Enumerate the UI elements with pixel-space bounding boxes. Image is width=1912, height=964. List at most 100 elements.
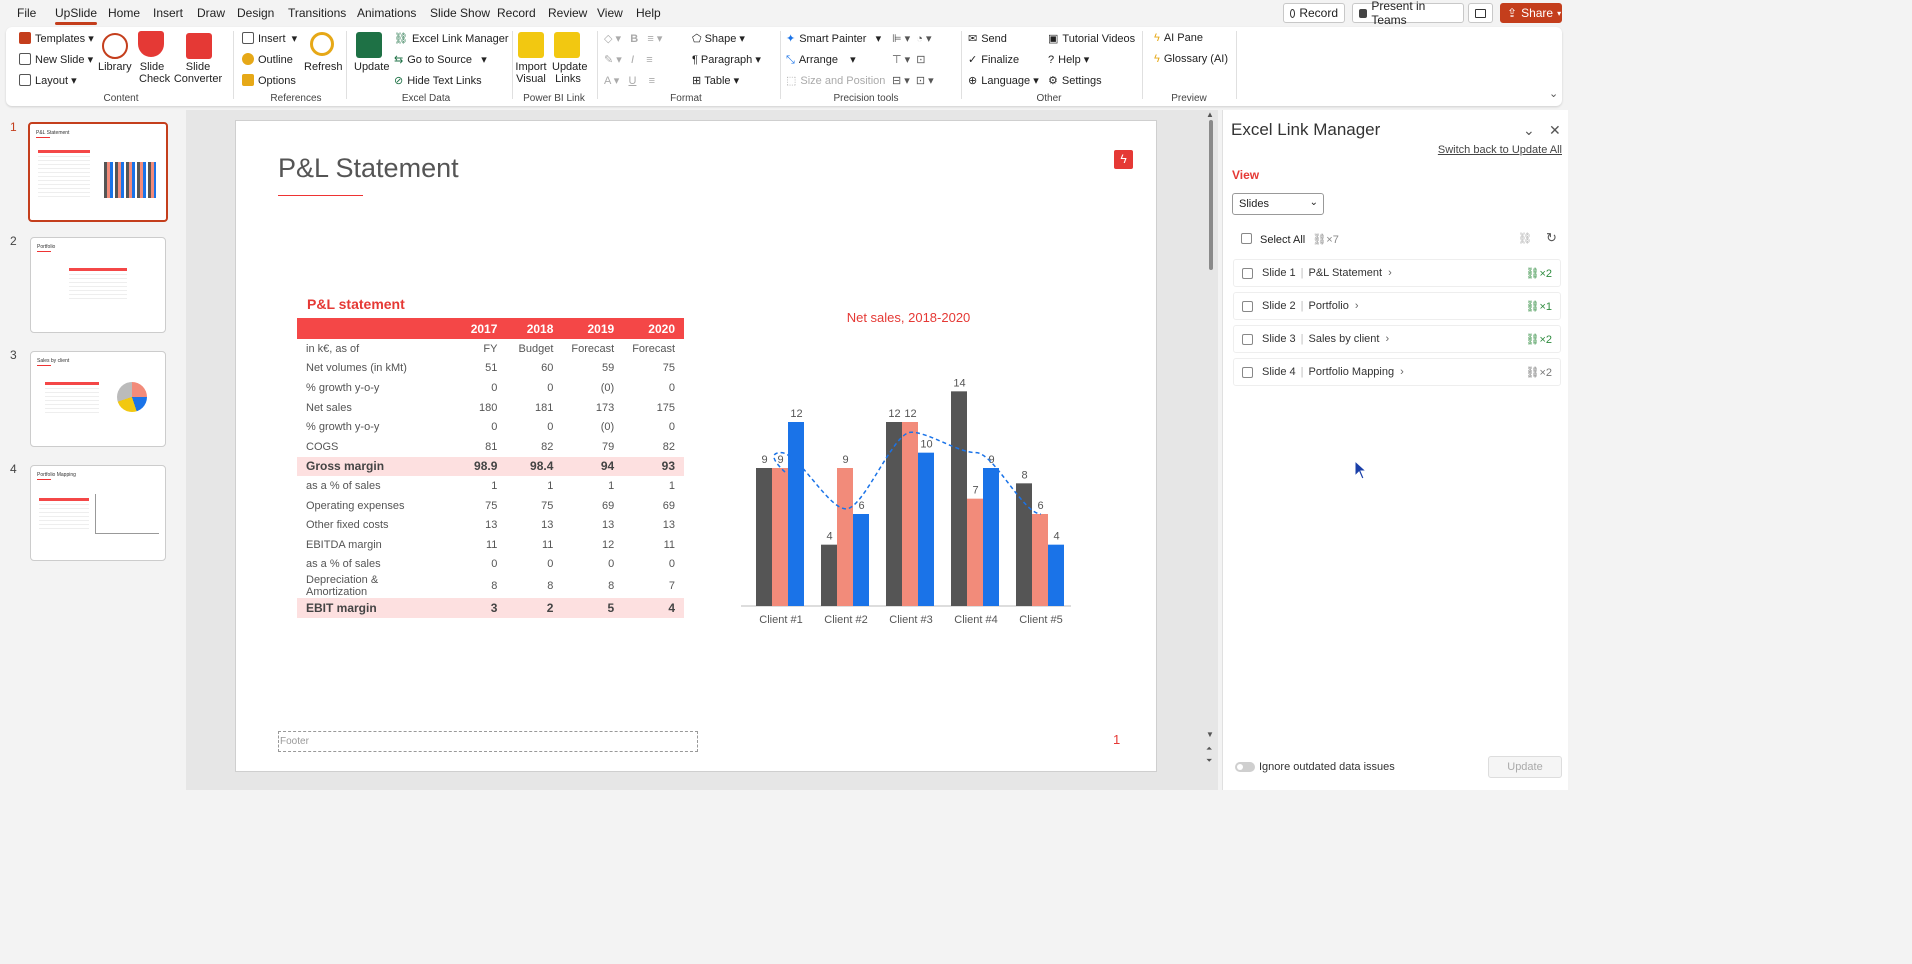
footer-placeholder[interactable]: Footer — [278, 731, 698, 752]
update-button[interactable]: Update — [1488, 756, 1562, 778]
bar-3-0[interactable] — [951, 391, 967, 606]
menu-view[interactable]: View — [597, 6, 623, 20]
hide-text-links-button[interactable]: ⊘ Hide Text Links — [394, 74, 482, 87]
close-icon[interactable]: ✕ — [1549, 122, 1561, 139]
slide-thumbnail-1[interactable]: P&L Statement — [28, 122, 168, 222]
finalize-button[interactable]: ✓ Finalize — [968, 53, 1019, 66]
pl-table[interactable]: 2017 2018 2019 2020 in k€, as of FY Budget… — [297, 318, 684, 618]
scrollbar-thumb[interactable] — [1209, 120, 1213, 270]
bar-1-0[interactable] — [821, 544, 837, 606]
menu-record[interactable]: Record — [497, 6, 536, 20]
slide-title[interactable]: P&L Statement — [278, 153, 459, 184]
bar-1-2[interactable] — [853, 514, 869, 606]
select-all-checkbox[interactable] — [1241, 233, 1252, 244]
share-button[interactable]: ⇪ Share ▾ — [1500, 3, 1562, 23]
slide-thumbnail-3[interactable]: Sales by client — [30, 351, 166, 447]
slide-link-row[interactable]: Slide 4 | Portfolio Mapping › ⛓×2 — [1233, 358, 1561, 386]
net-sales-chart[interactable]: 9 912Client #1496Client #212 1210Client #3… — [741, 361, 1086, 651]
menu-transitions[interactable]: Transitions — [288, 6, 346, 20]
scroll-up-icon[interactable]: ▲ — [1206, 110, 1214, 119]
bar-4-0[interactable] — [1016, 483, 1032, 606]
resize-button[interactable]: ⊟ ▾ ⊡ ▾ — [892, 74, 934, 87]
slide-link-row[interactable]: Slide 3 | Sales by client › ⛓×2 — [1233, 325, 1561, 353]
present-in-teams-button[interactable]: Present in Teams — [1352, 0, 1464, 27]
help-button[interactable]: ? Help ▾ — [1048, 53, 1089, 66]
refresh-button[interactable]: Refresh — [304, 61, 343, 73]
pane-options-chevron-icon[interactable]: ⌄ — [1523, 122, 1535, 139]
size-and-position-button[interactable]: ⬚ Size and Position — [786, 74, 885, 87]
collapse-ribbon-icon[interactable]: ⌄ — [1549, 87, 1558, 100]
upslide-lightning-icon[interactable]: ϟ — [1114, 150, 1133, 169]
templates-button[interactable]: Templates ▾ — [19, 32, 94, 45]
chart-title[interactable]: Net sales, 2018-2020 — [776, 310, 1041, 325]
prev-slide-icon[interactable]: ⏶ — [1206, 744, 1212, 754]
bar-2-1[interactable] — [902, 422, 918, 606]
bar-1-1[interactable] — [837, 468, 853, 606]
new-slide-button[interactable]: New Slide ▾ — [19, 53, 93, 66]
table-button[interactable]: ⊞ Table ▾ — [692, 74, 739, 87]
vertical-scrollbar[interactable]: ▲ ▼ ⏶ ⏷ — [1205, 110, 1217, 770]
next-slide-icon[interactable]: ⏷ — [1206, 756, 1212, 766]
bar-3-2[interactable] — [983, 468, 999, 606]
menu-slide-show[interactable]: Slide Show — [430, 6, 490, 20]
go-to-source-button[interactable]: ⇆ Go to Source ▾ — [394, 53, 487, 66]
line-color-button[interactable]: ✎ ▾ I ≡ — [604, 53, 653, 66]
menu-animations[interactable]: Animations — [357, 6, 416, 20]
menu-help[interactable]: Help — [636, 6, 661, 20]
slide-row-checkbox[interactable] — [1242, 367, 1253, 378]
menu-upslide[interactable]: UpSlide — [55, 6, 98, 25]
send-button[interactable]: ✉ Send — [968, 32, 1007, 45]
slide-thumbnail-2[interactable]: Portfolio — [30, 237, 166, 333]
tutorial-videos-button[interactable]: ▣ Tutorial Videos — [1048, 32, 1135, 45]
slide-row-checkbox[interactable] — [1242, 334, 1253, 345]
slide-thumbnail-4[interactable]: Portfolio Mapping — [30, 465, 166, 561]
comments-button[interactable] — [1468, 3, 1493, 23]
view-select[interactable]: Slides ⌄ — [1232, 193, 1324, 215]
fill-color-button[interactable]: ◇ ▾ B ≡ ▾ — [604, 32, 662, 45]
ai-pane-button[interactable]: ϟ AI Pane — [1154, 32, 1203, 44]
switch-back-link[interactable]: Switch back to Update All — [1438, 144, 1562, 156]
refresh-icon[interactable]: ↻ — [1546, 230, 1557, 246]
bar-4-2[interactable] — [1048, 544, 1064, 606]
bar-2-2[interactable] — [918, 452, 934, 606]
slide-link-row[interactable]: Slide 1 | P&L Statement › ⛓×2 — [1233, 259, 1561, 287]
slide-check-button[interactable]: Slide Check — [139, 61, 170, 85]
menu-insert[interactable]: Insert — [153, 6, 183, 20]
menu-file[interactable]: File — [17, 6, 36, 20]
settings-button[interactable]: ⚙ Settings — [1048, 74, 1102, 87]
select-all-label[interactable]: Select All ⛓×7 — [1260, 233, 1339, 246]
smart-painter-button[interactable]: ✦ Smart Painter ▾ — [786, 32, 881, 45]
menu-design[interactable]: Design — [237, 6, 274, 20]
bar-0-0[interactable] — [756, 468, 772, 606]
slide-converter-button[interactable]: Slide Converter — [172, 61, 224, 85]
slide-row-checkbox[interactable] — [1242, 301, 1253, 312]
glossary-button[interactable]: ϟ Glossary (AI) — [1154, 53, 1228, 65]
options-button[interactable]: Options — [242, 74, 296, 87]
update-links-button[interactable]: Update Links — [552, 61, 587, 85]
align-button[interactable]: ⊫ ▾ ◔ ▾ — [892, 32, 932, 45]
bar-0-2[interactable] — [788, 422, 804, 606]
font-color-button[interactable]: A ▾ U ≡ — [604, 74, 655, 87]
import-visual-button[interactable]: Import Visual — [515, 61, 547, 85]
bar-3-1[interactable] — [967, 498, 983, 606]
record-button[interactable]: Record — [1283, 3, 1345, 23]
menu-draw[interactable]: Draw — [197, 6, 225, 20]
bar-2-0[interactable] — [886, 422, 902, 606]
excel-link-manager-button[interactable]: ⛓ Excel Link Manager — [394, 32, 509, 45]
slide[interactable]: P&L Statement ϟ P&L statement 2017 2018 … — [235, 120, 1157, 772]
library-button[interactable]: Library — [98, 61, 132, 73]
outline-button[interactable]: Outline — [242, 53, 293, 66]
slide-row-checkbox[interactable] — [1242, 268, 1253, 279]
layout-button[interactable]: Layout ▾ — [19, 74, 77, 87]
bar-0-1[interactable] — [772, 468, 788, 606]
insert-button[interactable]: Insert ▾ — [242, 32, 297, 45]
shape-button[interactable]: ⬠ Shape ▾ — [692, 32, 745, 45]
menu-review[interactable]: Review — [548, 6, 587, 20]
arrange-button[interactable]: ⤡ Arrange ▾ — [786, 53, 856, 67]
distribute-button[interactable]: ⊤ ▾ ⊡ — [892, 53, 926, 66]
scroll-down-icon[interactable]: ▼ — [1206, 730, 1214, 739]
language-button[interactable]: ⊕ Language ▾ — [968, 74, 1039, 87]
paragraph-button[interactable]: ¶ Paragraph ▾ — [692, 53, 761, 66]
table-title[interactable]: P&L statement — [307, 296, 405, 312]
menu-home[interactable]: Home — [108, 6, 140, 20]
